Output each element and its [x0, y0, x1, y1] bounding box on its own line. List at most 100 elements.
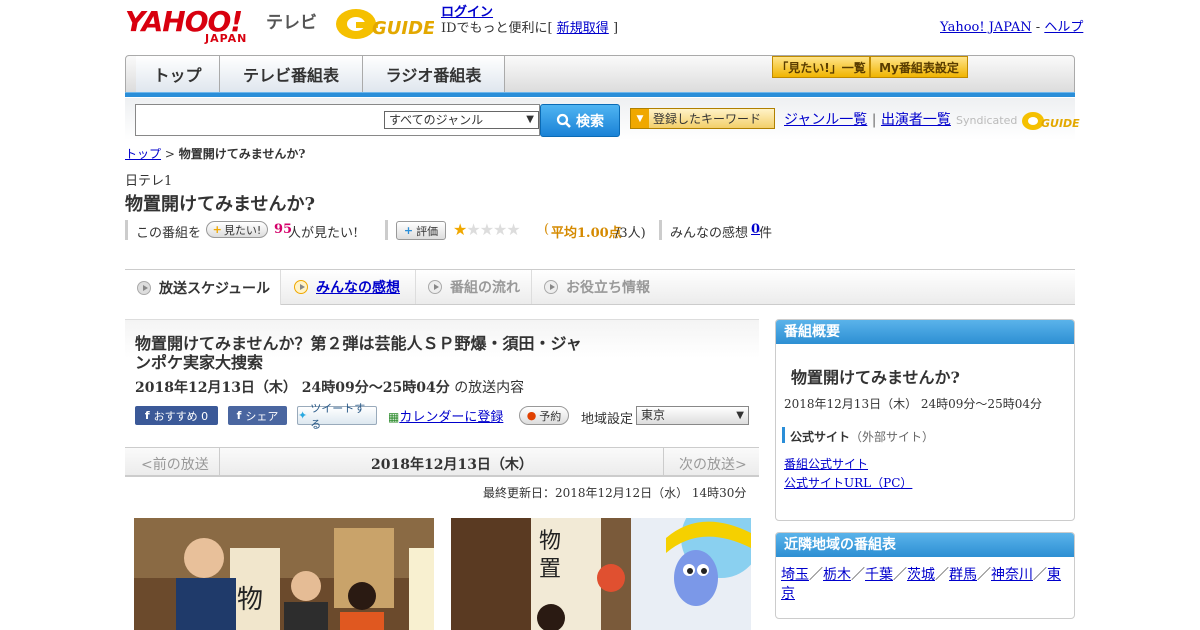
current-date: 2018年12月13日（木）	[371, 457, 533, 473]
mitai-button[interactable]: + 見たい!	[206, 221, 268, 238]
rating-average: 平均1.00点	[551, 226, 622, 241]
calendar-link[interactable]: ▦カレンダーに登録	[388, 406, 503, 425]
region-label: 地域設定	[581, 412, 634, 427]
this-program-label: この番組を	[136, 226, 202, 241]
region-link[interactable]: 神奈川	[991, 567, 1033, 583]
tab-info: お役立ち情報	[532, 270, 662, 304]
header-sep: -	[1035, 20, 1041, 35]
nav-tab-tv[interactable]: テレビ番組表	[220, 56, 363, 92]
region-link[interactable]: 茨城	[907, 567, 935, 583]
calendar-label: カレンダーに登録	[399, 410, 504, 425]
keyword-button-label: 登録したキーワード	[653, 112, 762, 126]
signup-link[interactable]: 新規取得	[557, 21, 609, 36]
fb-share-button[interactable]: f シェア	[228, 406, 287, 425]
last-updated: 最終更新日：2018年12月12日（水） 14時30分	[483, 486, 747, 500]
rate-button[interactable]: + 評価	[396, 221, 446, 240]
genre-list-link[interactable]: ジャンル一覧	[784, 112, 867, 128]
svg-text:物: 物	[539, 529, 561, 554]
official-label: 公式サイト	[790, 430, 851, 444]
star-icon: ★	[493, 220, 507, 239]
region-link[interactable]: 群馬	[949, 567, 977, 583]
episode-pager: <前の放送 2018年12月13日（木） 次の放送>	[125, 447, 759, 477]
chevron-down-icon: ▼	[736, 410, 744, 421]
divider	[219, 448, 220, 476]
my-settings-button[interactable]: My番組表設定	[870, 56, 968, 78]
region-link[interactable]: 埼玉	[781, 567, 809, 583]
official-site-link[interactable]: 番組公式サイト	[784, 455, 868, 472]
star-icon: ★	[453, 220, 467, 239]
star-icon: ★	[506, 220, 520, 239]
nav-tab-top[interactable]: トップ	[136, 56, 220, 92]
page-title: 物置開けてみませんか?	[125, 194, 316, 215]
nearby-regions: 埼玉／栃木／千葉／茨城／群馬／神奈川／東京	[781, 566, 1066, 604]
region-sep: ／	[977, 567, 991, 583]
breadcrumb-top[interactable]: トップ	[125, 147, 161, 161]
program-tabs: 放送スケジュール みんなの感想 番組の流れ お役立ち情報	[125, 269, 1075, 305]
divider	[782, 427, 785, 443]
syndicated-label: Syndicated GUIDE	[956, 110, 1081, 132]
divider	[125, 220, 128, 240]
overview-box: 番組概要 物置開けてみませんか? 2018年12月13日（木） 24時09分～2…	[775, 319, 1075, 521]
region-link[interactable]: 千葉	[865, 567, 893, 583]
yahoo-japan-link[interactable]: Yahoo! JAPAN	[940, 20, 1032, 35]
tweet-button[interactable]: ✦ ツイートする	[297, 402, 377, 431]
keyword-button[interactable]: ▼ 登録したキーワード	[630, 108, 775, 129]
overview-time: 2018年12月13日（木） 24時09分～25時04分	[784, 397, 1042, 411]
arrow-right-circle-icon	[294, 280, 308, 294]
login-sub-suffix: ]	[612, 21, 619, 36]
service-name: テレビ	[266, 13, 317, 33]
divider	[663, 448, 664, 476]
breadcrumb-sep: >	[164, 147, 175, 161]
tab-schedule[interactable]: 放送スケジュール	[125, 270, 281, 305]
mitai-list-button[interactable]: 「見たい!」一覧	[772, 56, 870, 78]
svg-text:物: 物	[237, 585, 263, 615]
next-episode-link[interactable]: 次の放送>	[679, 454, 747, 474]
region-select[interactable]: 東京 ▼	[636, 406, 749, 425]
official-note: （外部サイト）	[850, 430, 935, 444]
header-links: Yahoo! JAPAN - ヘルプ	[940, 16, 1083, 35]
episode-time: 2018年12月13日（木） 24時09分～25時04分	[135, 380, 450, 396]
rate-button-label: 評価	[416, 224, 439, 238]
arrow-right-circle-icon	[428, 280, 442, 294]
fb-recommend-label: おすすめ 0	[153, 409, 209, 423]
tab-schedule-label: 放送スケジュール	[159, 280, 271, 297]
reserve-label: 予約	[539, 409, 562, 423]
prev-episode-link[interactable]: <前の放送	[141, 454, 209, 474]
login-link[interactable]: ログイン	[441, 5, 493, 20]
episode-photo: 物 置	[451, 518, 751, 630]
divider	[385, 220, 388, 240]
plus-icon: +	[403, 224, 414, 237]
genre-select[interactable]: すべてのジャンル ▼	[384, 111, 539, 129]
comments-suffix: 件	[759, 226, 773, 241]
official-url-link[interactable]: 公式サイトURL（PC）	[784, 474, 912, 491]
region-sep: ／	[851, 567, 865, 583]
logo-sub: JAPAN	[205, 32, 248, 45]
tab-comments[interactable]: みんなの感想	[282, 270, 416, 304]
help-link[interactable]: ヘルプ	[1044, 20, 1083, 35]
overview-title: 物置開けてみませんか?	[791, 368, 960, 387]
gguide-logo: GUIDE	[334, 6, 436, 42]
program-stats: この番組を + 見たい! 95 人が見たい! + 評価 ★★★★★ ( 平均1.00…	[125, 220, 825, 241]
search-button[interactable]: 検索	[540, 104, 620, 137]
reserve-button[interactable]: ● 予約	[519, 406, 569, 425]
rating-voters: /3人)	[615, 226, 646, 241]
calendar-icon: ▦	[388, 410, 400, 424]
arrow-right-circle-icon	[544, 280, 558, 294]
breadcrumb-current: 物置開けてみませんか?	[178, 147, 306, 161]
tab-info-label: お役立ち情報	[566, 280, 650, 296]
comments-label: みんなの感想	[670, 226, 749, 241]
twitter-icon: ✦	[298, 409, 308, 422]
cast-list-link[interactable]: 出演者一覧	[881, 112, 951, 128]
search-button-label: 検索	[576, 113, 604, 130]
region-link[interactable]: 栃木	[823, 567, 851, 583]
search-links: ジャンル一覧 | 出演者一覧	[784, 109, 951, 129]
fb-recommend-button[interactable]: f おすすめ 0	[135, 406, 218, 425]
nav-tab-radio[interactable]: ラジオ番組表	[363, 56, 505, 92]
chevron-down-circle-icon	[137, 280, 151, 295]
region-select-value: 東京	[641, 408, 666, 422]
nearby-box: 近隣地域の番組表 埼玉／栃木／千葉／茨城／群馬／神奈川／東京	[775, 532, 1075, 619]
overview-heading: 番組概要	[776, 320, 1074, 344]
svg-text:置: 置	[539, 557, 561, 582]
login-area: ログイン IDでもっと便利に[ 新規取得 ]	[441, 5, 618, 37]
yahoo-japan-logo[interactable]: YAHOO! JAPAN	[125, 8, 262, 46]
